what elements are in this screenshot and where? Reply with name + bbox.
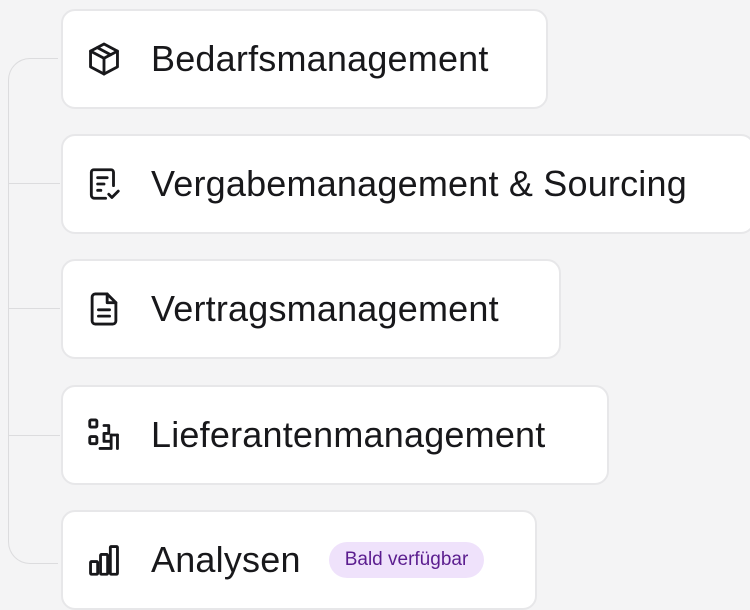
bar-chart-icon: [85, 541, 123, 579]
menu-item-label: Vertragsmanagement: [151, 288, 499, 329]
tree-connector: [8, 58, 58, 564]
menu-item-bedarfsmanagement[interactable]: Bedarfsmanagement: [61, 9, 548, 109]
menu-item-vergabemanagement[interactable]: Vergabemanagement & Sourcing: [61, 134, 750, 234]
package-icon: [85, 40, 123, 78]
tree-branch: [8, 308, 60, 309]
menu-item-lieferantenmanagement[interactable]: Lieferantenmanagement: [61, 385, 609, 485]
menu-item-vertragsmanagement[interactable]: Vertragsmanagement: [61, 259, 561, 359]
menu-item-label: Lieferantenmanagement: [151, 414, 546, 455]
tree-branch: [8, 183, 60, 184]
menu-item-label: Bedarfsmanagement: [151, 38, 489, 79]
menu-item-label: Analysen: [151, 539, 301, 580]
menu-item-label: Vergabemanagement & Sourcing: [151, 163, 687, 204]
tree-branch: [8, 435, 60, 436]
workflow-icon: [85, 416, 123, 454]
file-text-icon: [85, 290, 123, 328]
menu-item-analysen[interactable]: Analysen Bald verfügbar: [61, 510, 537, 610]
coming-soon-badge: Bald verfügbar: [328, 542, 485, 578]
receipt-check-icon: [85, 165, 123, 203]
